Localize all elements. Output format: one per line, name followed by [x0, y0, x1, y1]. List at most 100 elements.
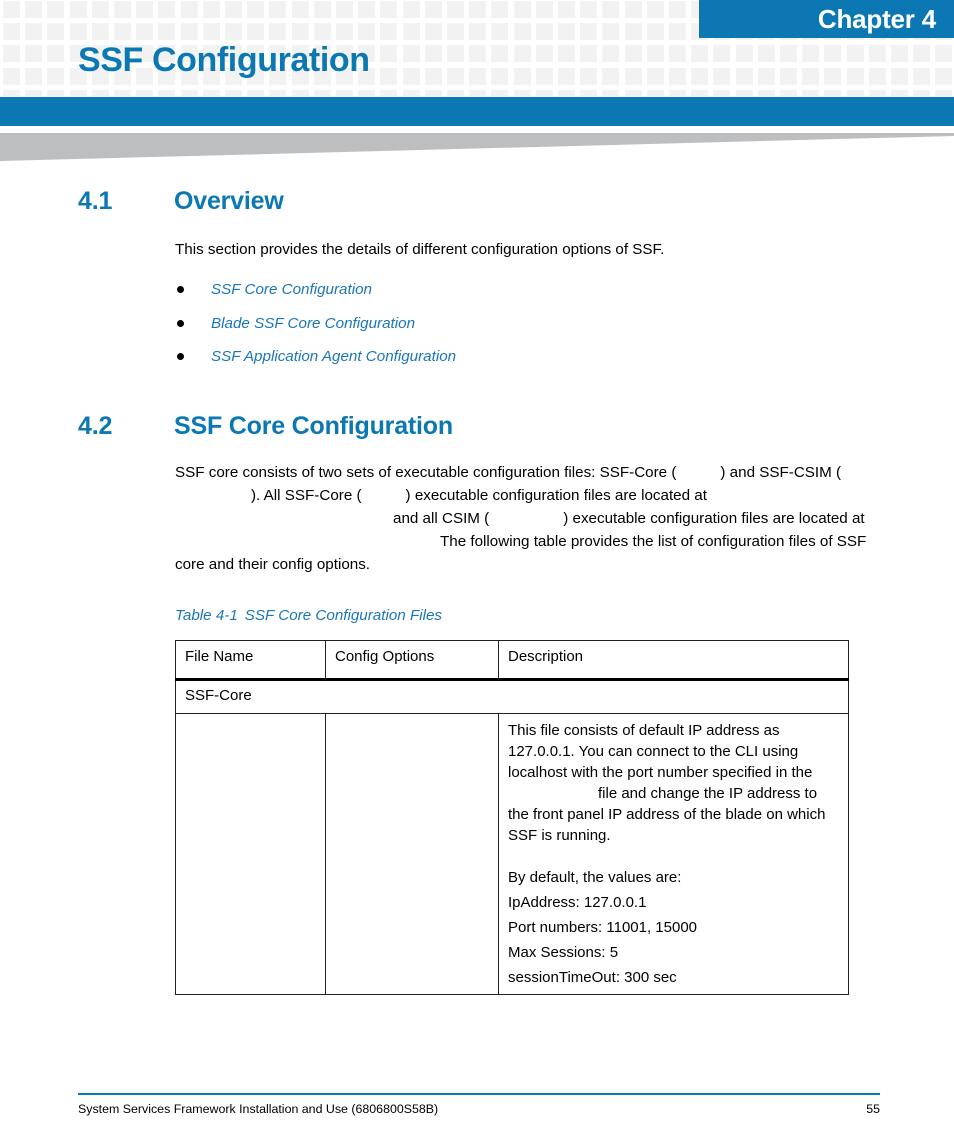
column-header-config-options: Config Options	[325, 639, 499, 681]
grid-square	[868, 67, 886, 85]
grid-square	[624, 45, 642, 63]
grid-square	[402, 67, 420, 85]
grid-square	[646, 67, 664, 85]
grid-square	[646, 89, 664, 96]
grid-square	[202, 89, 220, 96]
grid-square	[291, 23, 309, 41]
grid-square	[469, 45, 487, 63]
table-caption: Table 4-1 SSF Core Configuration Files	[0, 605, 954, 627]
cell-description: This file consists of default IP address…	[498, 712, 849, 995]
overview-link-list: SSF Core Configuration Blade SSF Core Co…	[0, 273, 954, 374]
grid-square	[780, 89, 797, 96]
grid-square	[247, 89, 265, 96]
grid-square	[47, 45, 65, 63]
table-group-row: SSF-Core	[175, 679, 849, 714]
paragraph-part: SSF core consists of two sets of executa…	[175, 463, 677, 481]
list-item[interactable]: SSF Core Configuration	[0, 273, 954, 307]
page-title: SSF Configuration	[78, 41, 370, 79]
grid-square	[424, 1, 442, 18]
section-title: Overview	[174, 187, 284, 215]
grid-square	[891, 45, 908, 63]
grid-square	[558, 45, 575, 63]
grid-square	[624, 67, 642, 85]
section-number: 4.1	[78, 187, 113, 215]
grid-square	[602, 1, 620, 18]
grid-square	[313, 23, 331, 41]
bullet-icon	[177, 319, 184, 327]
grid-square	[291, 89, 309, 96]
grid-square	[358, 23, 376, 41]
grid-square	[669, 67, 686, 85]
grid-square	[269, 1, 287, 18]
description-paragraph: By default, the values are:	[508, 868, 682, 886]
grid-square	[469, 23, 487, 41]
link-label[interactable]: Blade SSF Core Configuration	[211, 315, 415, 332]
grid-square	[447, 45, 464, 63]
grid-square	[136, 1, 154, 18]
grid-square	[868, 89, 886, 96]
grid-square	[447, 89, 464, 96]
page-content: 4.1 Overview This section provides the d…	[0, 163, 954, 995]
grid-square	[3, 1, 20, 18]
list-item[interactable]: Blade SSF Core Configuration	[0, 307, 954, 341]
column-header-description: Description	[498, 639, 849, 681]
grid-square	[513, 23, 531, 41]
grid-square	[802, 67, 820, 85]
description-text: This file consists of default IP address…	[508, 721, 813, 781]
grid-square	[491, 1, 509, 18]
grid-square	[3, 23, 20, 41]
link-label[interactable]: SSF Core Configuration	[211, 281, 372, 298]
grid-square	[380, 45, 398, 63]
grid-square	[114, 89, 131, 96]
grid-square	[646, 1, 664, 18]
grid-square	[735, 45, 753, 63]
paragraph-part: ) and SSF-CSIM (	[720, 463, 842, 481]
grid-square	[691, 67, 709, 85]
grid-square	[891, 89, 908, 96]
chapter-badge: Chapter 4	[699, 0, 954, 38]
footer-document-title: System Services Framework Installation a…	[78, 1102, 439, 1116]
table-row: This file consists of default IP address…	[175, 712, 849, 995]
list-item[interactable]: SSF Application Agent Configuration	[0, 340, 954, 374]
grid-square	[513, 1, 531, 18]
grid-square	[780, 45, 797, 63]
grid-square	[402, 89, 420, 96]
group-row-label: SSF-Core	[175, 679, 849, 714]
grid-square	[624, 1, 642, 18]
grid-square	[402, 1, 420, 18]
grid-square	[935, 45, 953, 63]
grid-square	[469, 89, 487, 96]
grid-square	[491, 89, 509, 96]
grid-square	[91, 89, 109, 96]
grid-square	[447, 67, 464, 85]
grid-square	[935, 67, 953, 85]
grid-square	[424, 23, 442, 41]
grid-square	[824, 45, 842, 63]
grid-square	[336, 1, 353, 18]
grid-square	[757, 45, 775, 63]
grid-square	[846, 67, 864, 85]
footer-page-number: 55	[866, 1102, 880, 1116]
grid-square	[469, 1, 487, 18]
grid-square	[114, 1, 131, 18]
grid-square	[602, 67, 620, 85]
grid-square	[180, 23, 198, 41]
grid-square	[447, 23, 464, 41]
link-label[interactable]: SSF Application Agent Configuration	[211, 348, 456, 365]
description-paragraph: Max Sessions: 5	[508, 943, 619, 961]
grid-square	[380, 67, 398, 85]
grid-square	[380, 1, 398, 18]
grid-square	[3, 89, 20, 96]
grid-square	[47, 67, 65, 85]
grid-square	[535, 1, 553, 18]
grid-square	[202, 1, 220, 18]
grid-square	[69, 89, 87, 96]
cell-file-name	[175, 712, 326, 995]
grid-square	[802, 45, 820, 63]
grid-square	[491, 23, 509, 41]
grid-square	[47, 89, 65, 96]
grid-square	[424, 67, 442, 85]
grid-square	[757, 89, 775, 96]
grid-square	[225, 89, 242, 96]
header-blue-rule	[0, 97, 954, 126]
